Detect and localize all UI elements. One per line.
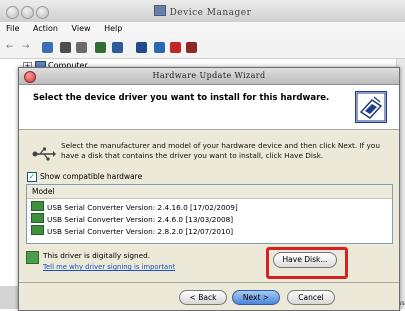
driver-signing-link[interactable]: Tell me why driver signing is important xyxy=(43,263,175,271)
disable-device-icon[interactable] xyxy=(154,42,165,53)
menu-action[interactable]: Action xyxy=(27,22,63,33)
device-manager-icon xyxy=(153,5,166,16)
list-item[interactable]: USB Serial Converter Version: 2.8.2.0 [1… xyxy=(31,225,233,236)
signed-driver-icon xyxy=(26,251,39,264)
menu-file[interactable]: File xyxy=(0,22,24,33)
update-driver-icon[interactable] xyxy=(136,42,147,53)
driver-icon xyxy=(31,225,44,235)
instruction-text: Select the manufacturer and model of you… xyxy=(61,141,380,160)
wizard-header: Select the device driver you want to ins… xyxy=(19,85,399,130)
wizard-heading: Select the device driver you want to ins… xyxy=(33,93,330,103)
show-compatible-checkbox[interactable]: ✓ xyxy=(27,172,37,182)
driver-icon xyxy=(31,213,44,223)
background-panel xyxy=(0,286,18,309)
scan-hardware-icon[interactable] xyxy=(112,42,123,53)
help-icon[interactable] xyxy=(95,42,106,53)
window-title: Device Manager xyxy=(0,5,405,18)
next-button[interactable]: Next > xyxy=(232,290,280,305)
list-item[interactable]: USB Serial Converter Version: 2.4.16.0 [… xyxy=(31,201,238,212)
cancel-button[interactable]: Cancel xyxy=(287,290,335,305)
usb-icon xyxy=(32,146,56,162)
have-disk-button[interactable]: Have Disk... xyxy=(273,252,337,268)
print-icon[interactable] xyxy=(76,42,87,53)
back-arrow-icon[interactable]: ← xyxy=(6,42,17,53)
list-item[interactable]: USB Serial Converter Version: 2.4.6.0 [1… xyxy=(31,213,233,224)
computer-view-icon[interactable] xyxy=(60,42,71,53)
scan-changes-icon[interactable] xyxy=(186,42,197,53)
divider xyxy=(19,282,399,283)
toolbar: ← → xyxy=(0,38,405,59)
model-list: Model USB Serial Converter Version: 2.4.… xyxy=(26,184,393,244)
wizard-titlebar: Hardware Update Wizard xyxy=(19,68,399,85)
hardware-update-wizard: Hardware Update Wizard Select the device… xyxy=(18,67,400,311)
device-manager-titlebar: Device Manager xyxy=(0,0,405,23)
menu-help[interactable]: Help xyxy=(98,22,127,33)
properties-icon[interactable] xyxy=(42,42,53,53)
menu-bar: File Action View Help xyxy=(0,22,405,38)
wizard-title: Hardware Update Wizard xyxy=(152,71,266,80)
show-compatible-label: Show compatible hardware xyxy=(40,172,143,181)
model-column-header[interactable]: Model xyxy=(27,185,392,199)
hardware-wizard-icon xyxy=(355,91,387,123)
menu-view[interactable]: View xyxy=(66,22,96,33)
forward-arrow-icon[interactable]: → xyxy=(22,42,33,53)
driver-icon xyxy=(31,201,44,211)
back-button[interactable]: < Back xyxy=(179,290,227,305)
signed-status-text: This driver is digitally signed. xyxy=(43,251,151,260)
uninstall-device-icon[interactable] xyxy=(170,42,181,53)
